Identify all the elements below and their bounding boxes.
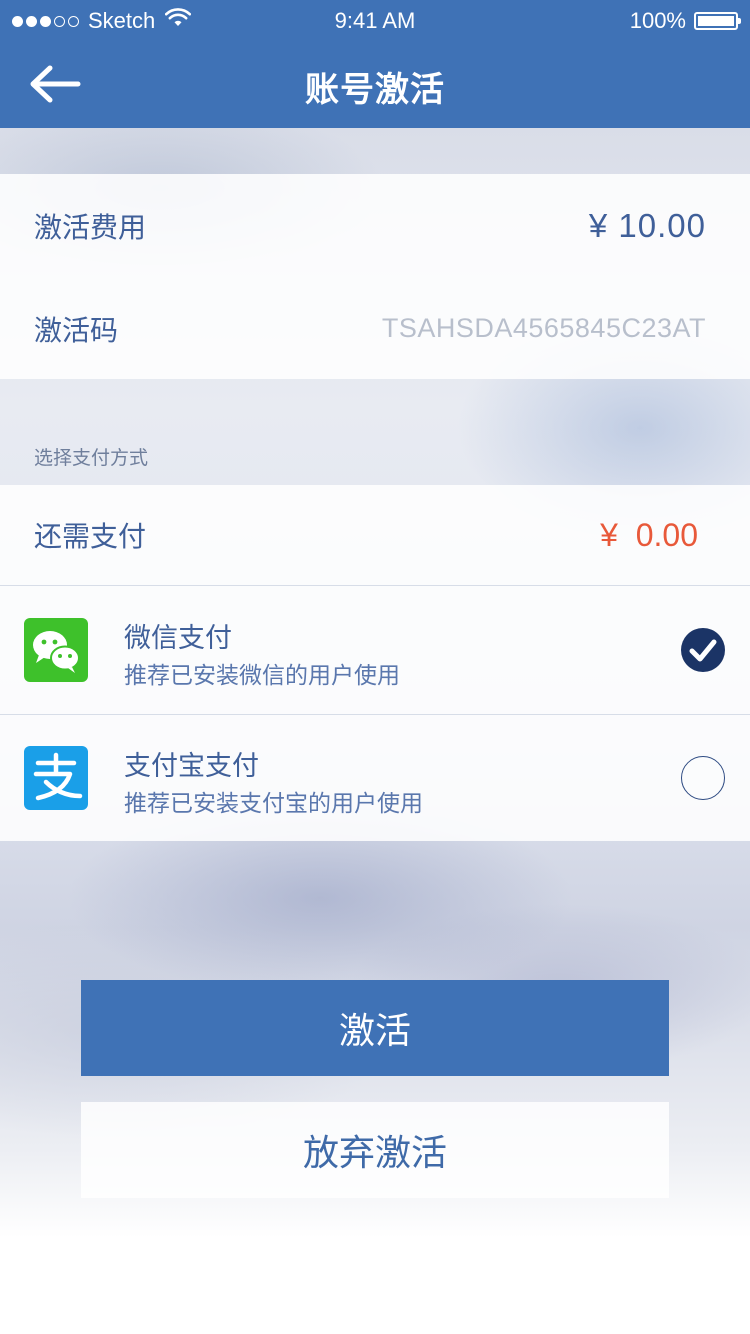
wechat-radio-checked[interactable] [681,628,725,672]
payment-option-wechat[interactable]: 微信支付 推荐已安装微信的用户使用 [0,586,750,714]
page-title: 账号激活 [305,70,445,110]
battery-icon [694,12,741,30]
battery-percent: 100% [629,8,686,33]
remaining-value: ¥ 0.00 [600,516,698,553]
abandon-activation-button[interactable]: 放弃激活 [81,1102,669,1198]
check-icon [689,639,717,662]
remaining-label: 还需支付 [34,520,147,553]
battery-level [698,16,734,26]
code-value: TSAHSDA4565845C23AT [381,313,706,343]
status-bar: Sketch 9:41 AM 100% [0,0,750,40]
code-label: 激活码 [34,313,119,347]
wechat-title: 微信支付 [124,623,232,654]
alipay-title: 支付宝支付 [124,751,259,782]
fee-label: 激活费用 [34,211,147,244]
remaining-row: 还需支付 ¥ 0.00 [0,485,750,585]
wechat-subtitle: 推荐已安装微信的用户使用 [124,663,400,689]
section-caption: 选择支付方式 [34,447,149,469]
wechat-icon [24,618,88,682]
activate-button[interactable]: 激活 [81,980,669,1076]
fee-row: 激活费用 ¥ 10.00 [0,174,750,278]
status-right: 100% [629,8,741,34]
fee-value: ¥ 10.00 [588,207,706,244]
alipay-subtitle: 推荐已安装支付宝的用户使用 [124,791,423,817]
alipay-radio-unchecked[interactable] [681,756,725,800]
navigation-bar: 账号激活 [0,40,750,128]
payment-panel: 还需支付 ¥ 0.00 微信支付 推荐已安装微信的用户使用 支付宝支付 推荐已安… [0,485,750,841]
alipay-icon [24,746,88,810]
payment-option-alipay[interactable]: 支付宝支付 推荐已安装支付宝的用户使用 [0,715,750,841]
activation-info-panel: 激活费用 ¥ 10.00 激活码 TSAHSDA4565845C23AT [0,174,750,379]
code-row: 激活码 TSAHSDA4565845C23AT [0,278,750,379]
